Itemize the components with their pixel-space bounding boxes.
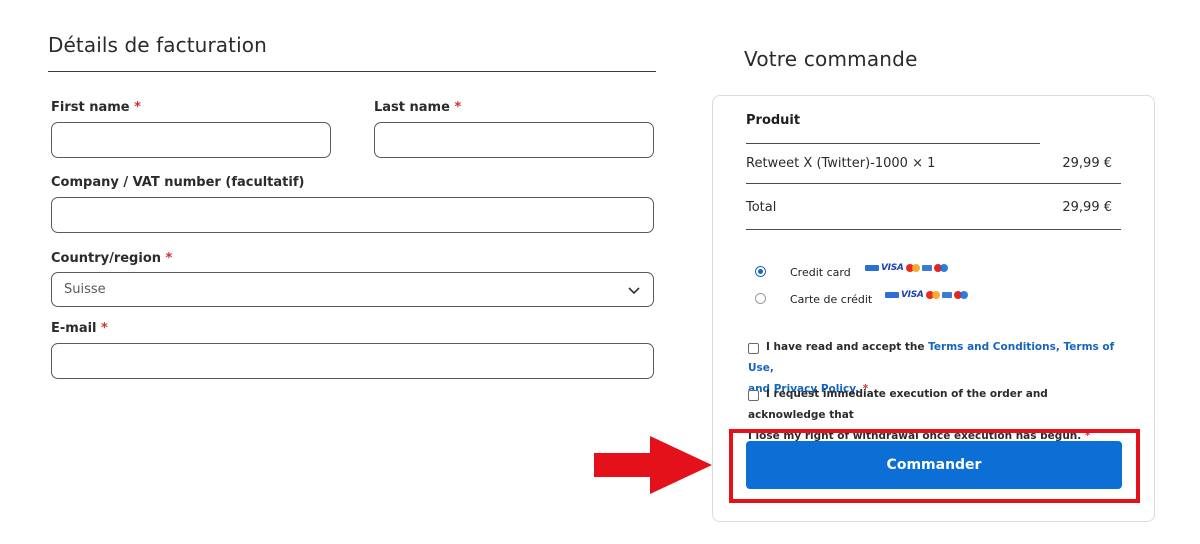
amex-logo-icon: [921, 264, 932, 271]
order-item-qty: × 1: [912, 156, 936, 171]
visa-logo-icon: VISA: [881, 262, 904, 273]
withdrawal-line-1: I request immediate execution of the ord…: [748, 388, 1048, 421]
terms-prefix: I have read and accept the: [766, 341, 925, 353]
amex-logo-icon: [941, 291, 952, 298]
total-divider: [746, 229, 1121, 230]
total-price: 29,99 €: [1062, 200, 1112, 215]
required-marker: *: [454, 100, 462, 115]
maestro-logo-icon: [933, 263, 948, 272]
billing-title: Détails de facturation: [48, 33, 267, 57]
order-title: Votre commande: [744, 47, 918, 71]
payment-radio-carte-de-credit[interactable]: [755, 293, 766, 304]
mastercard-logo-icon: [905, 263, 920, 272]
country-select-value: Suisse: [64, 282, 106, 297]
card-logos-icon: VISA: [865, 262, 948, 273]
order-item-name: Retweet X (Twitter)-1000: [746, 156, 908, 171]
first-name-label: First name *: [51, 100, 141, 115]
last-name-label-text: Last name: [374, 100, 450, 115]
mastercard-logo-icon: [925, 290, 940, 299]
commander-button[interactable]: Commander: [746, 441, 1122, 489]
email-input[interactable]: [51, 343, 654, 379]
first-name-label-text: First name: [51, 100, 130, 115]
order-item-row: Retweet X (Twitter)-1000 × 1: [746, 156, 935, 171]
card-logo-blue-icon: [865, 264, 879, 271]
card-logos-icon: VISA: [885, 289, 968, 300]
optional-marker: (facultatif): [225, 175, 305, 190]
last-name-label: Last name *: [374, 100, 461, 115]
billing-divider: [48, 71, 656, 72]
required-marker: *: [165, 251, 173, 266]
required-marker: *: [134, 100, 141, 115]
maestro-logo-icon: [953, 290, 968, 299]
email-label-text: E-mail: [51, 321, 97, 336]
header-divider: [746, 143, 1040, 144]
visa-logo-icon: VISA: [901, 289, 924, 300]
email-label: E-mail *: [51, 321, 108, 336]
first-name-input[interactable]: [51, 122, 331, 158]
company-label-text: Company / VAT number: [51, 175, 221, 190]
chevron-down-icon: [628, 286, 640, 294]
last-name-input[interactable]: [374, 122, 654, 158]
item-divider: [746, 183, 1121, 184]
payment-radio-credit-card[interactable]: [755, 266, 766, 277]
company-input[interactable]: [51, 197, 654, 233]
country-select[interactable]: Suisse: [51, 272, 654, 307]
total-label: Total: [746, 200, 777, 215]
red-arrow-icon: [594, 436, 712, 494]
country-label-text: Country/region: [51, 251, 162, 266]
card-logo-blue-icon: [885, 291, 899, 298]
company-label: Company / VAT number (facultatif): [51, 175, 304, 190]
payment-label-carte-de-credit: Carte de crédit: [790, 293, 873, 306]
country-label: Country/region *: [51, 251, 172, 266]
required-marker: *: [101, 321, 108, 336]
payment-label-credit-card: Credit card: [790, 266, 851, 279]
table-header-product: Produit: [746, 113, 801, 128]
order-item-price: 29,99 €: [1062, 156, 1112, 171]
